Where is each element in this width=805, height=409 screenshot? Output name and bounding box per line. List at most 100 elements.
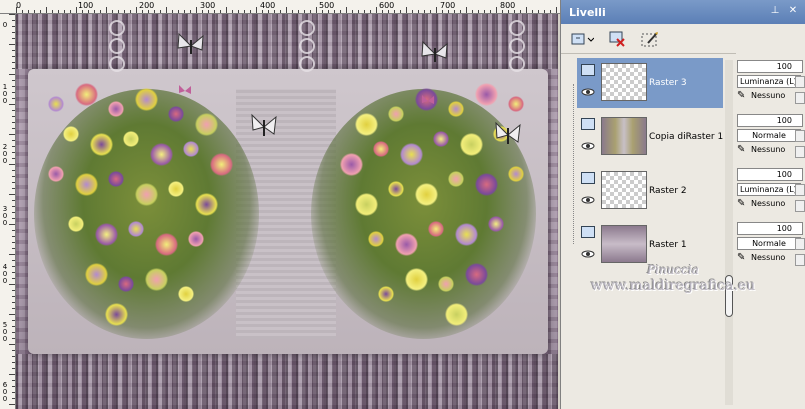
image-canvas[interactable] (16, 14, 558, 409)
ruler-tick (12, 206, 15, 207)
lock-toggle[interactable] (795, 238, 805, 250)
ruler-tick (214, 10, 215, 13)
eye-icon[interactable] (581, 142, 595, 150)
ruler-tick (28, 10, 29, 13)
layer-name: Raster 2 (649, 186, 687, 196)
ruler-tick (316, 7, 317, 13)
layer-style-value[interactable]: Nessuno (751, 253, 785, 262)
ruler-tick (424, 10, 425, 13)
ruler-tick (9, 14, 15, 15)
lock-toggle[interactable] (795, 184, 805, 196)
ruler-tick (400, 10, 401, 13)
ruler-tick (502, 10, 503, 13)
eye-icon[interactable] (581, 250, 595, 258)
ruler-tick (172, 10, 173, 13)
opacity-slider[interactable]: 100 (737, 60, 803, 73)
ruler-tick (76, 7, 77, 13)
opacity-value: 100 (776, 170, 792, 179)
ruler-tick (364, 10, 365, 13)
ruler-tick (310, 10, 311, 13)
ruler-tick (370, 10, 371, 13)
ruler-tick (12, 152, 15, 153)
ruler-tick (208, 10, 209, 13)
flower (354, 192, 378, 216)
new-layer-icon (571, 33, 594, 45)
pin-icon[interactable]: ⊥ (769, 5, 781, 17)
layer-style-value[interactable]: Nessuno (751, 199, 785, 208)
ruler-tick (12, 188, 15, 189)
new-layer-button[interactable] (569, 29, 595, 49)
flower (48, 96, 64, 112)
layer-style-value[interactable]: Nessuno (751, 145, 785, 154)
ruler-tick (12, 272, 15, 273)
style-toggle[interactable] (795, 146, 805, 158)
ruler-tick (262, 10, 263, 13)
ruler-tick (436, 7, 437, 13)
ruler-tick (490, 10, 491, 13)
flower (134, 182, 158, 206)
blend-mode-select[interactable]: Normale (737, 237, 801, 250)
ruler-tick (304, 10, 305, 13)
ruler-tick (12, 98, 15, 99)
ruler-tick (12, 320, 15, 321)
ruler-tick (268, 10, 269, 13)
lock-toggle[interactable] (795, 130, 805, 142)
butterfly-icon (421, 40, 448, 62)
close-icon[interactable]: ✕ (787, 5, 799, 17)
layer-style-value[interactable]: Nessuno (751, 91, 785, 100)
opacity-slider[interactable]: 100 (737, 222, 803, 235)
layer-row-raster-3[interactable]: Raster 3 (577, 58, 723, 108)
flower (48, 166, 64, 182)
layer-row-copia-raster-1[interactable]: Copia diRaster 1 (577, 112, 723, 162)
ruler-tick (12, 242, 15, 243)
style-toggle[interactable] (795, 200, 805, 212)
blend-mode-select[interactable]: Normale (737, 129, 801, 142)
ruler-tick (298, 10, 299, 13)
eye-icon[interactable] (581, 88, 595, 96)
flower (433, 131, 449, 147)
flower (89, 132, 113, 156)
flower (378, 286, 394, 302)
ruler-tick (124, 10, 125, 13)
ruler-tick (12, 266, 15, 267)
flower (388, 106, 404, 122)
flower (144, 267, 168, 291)
ruler-label: 600 (2, 381, 8, 403)
ruler-tick (22, 10, 23, 13)
flower (123, 131, 139, 147)
flower (508, 96, 524, 112)
ruler-tick (334, 10, 335, 13)
ruler-tick (448, 10, 449, 13)
ruler-tick (12, 236, 15, 237)
ruler-label: 500 (319, 1, 335, 10)
ruler-tick (9, 374, 15, 375)
opacity-slider[interactable]: 100 (737, 114, 803, 127)
blend-mode-select[interactable]: Luminanza (L) (737, 75, 801, 88)
brush-icon: ✎ (737, 144, 746, 155)
ruler-tick (12, 338, 15, 339)
style-toggle[interactable] (795, 92, 805, 104)
ruler-tick (12, 278, 15, 279)
eye-icon[interactable] (581, 196, 595, 204)
layer-row-raster-2[interactable]: Raster 2 (577, 166, 723, 216)
flower (94, 222, 118, 246)
edit-layer-button[interactable] (639, 29, 661, 49)
opacity-slider[interactable]: 100 (737, 168, 803, 181)
ruler-tick (12, 176, 15, 177)
ruler-tick (190, 10, 191, 13)
ruler-tick (12, 38, 15, 39)
chain-ring (509, 20, 525, 36)
chain-ring (109, 20, 125, 36)
flower (373, 141, 389, 157)
style-toggle[interactable] (795, 254, 805, 266)
delete-layer-button[interactable] (607, 29, 629, 49)
layer-thumbnail (601, 225, 647, 263)
ruler-tick (12, 326, 15, 327)
flower (508, 166, 524, 182)
psp-workspace: 0 100 200 300 400 500 600 700 800 0 100 … (0, 0, 805, 409)
layers-scrollbar[interactable] (725, 60, 733, 405)
flower (448, 101, 464, 117)
chain-ring (509, 38, 525, 54)
lock-toggle[interactable] (795, 76, 805, 88)
blend-mode-select[interactable]: Luminanza (L) (737, 183, 801, 196)
